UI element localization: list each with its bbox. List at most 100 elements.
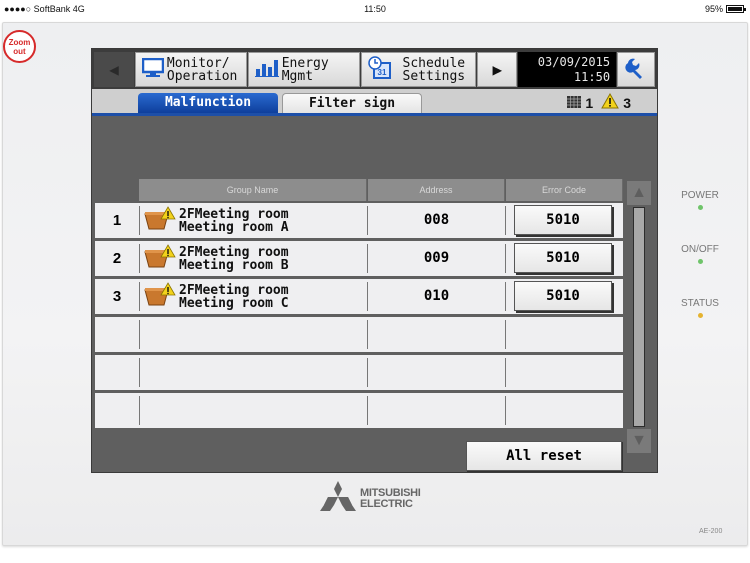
scroll-track[interactable] <box>633 207 645 427</box>
group-name-line1: 2FMeeting room <box>179 282 289 298</box>
table-row[interactable]: 3 2FMeeting room Meeting room C 010 5010 <box>95 279 623 317</box>
group-name-cell: 2FMeeting room Meeting room C <box>139 282 367 311</box>
right-arrow-icon: ▶ <box>492 60 503 79</box>
group-name-cell: 2FMeeting room Meeting room A <box>139 206 367 235</box>
error-code-button[interactable]: 5010 <box>514 205 612 235</box>
alert-count: 3 <box>623 94 631 111</box>
nav-monitor-label-2: Operation <box>166 68 238 84</box>
status-counts: 1 3 <box>567 92 631 112</box>
ios-status-bar: ●●●●○ SoftBank 4G 11:50 95% <box>0 0 750 20</box>
header-error-code: Error Code <box>506 179 623 201</box>
nav-schedule-label-2: Settings <box>402 68 466 84</box>
tab-filter-sign[interactable]: Filter sign <box>282 93 422 113</box>
group-name-cell: 2FMeeting room Meeting room B <box>139 244 367 273</box>
zoom-out-label-1: Zoom <box>8 38 31 47</box>
header-group-name: Group Name <box>139 179 367 201</box>
scroll-down-button[interactable]: ▼ <box>627 429 651 453</box>
empty-cell <box>505 358 623 387</box>
all-reset-button[interactable]: All reset <box>466 441 622 471</box>
down-arrow-icon: ▼ <box>631 432 647 449</box>
status-led-icon <box>697 313 703 318</box>
date-time-display: 03/09/2015 11:50 <box>518 52 617 87</box>
table-body: 1 2FMeeting room Meeting room A 008 5010 … <box>95 203 623 431</box>
row-number: 3 <box>112 288 122 305</box>
maintenance-button[interactable] <box>617 52 655 87</box>
calendar-clock-icon: 31 <box>367 56 392 83</box>
group-name-line2: Meeting room C <box>179 295 289 311</box>
led-power: POWER <box>670 190 730 244</box>
led-onoff: ON/OFF <box>670 244 730 298</box>
bar-chart-icon <box>254 59 279 80</box>
row-number: 2 <box>112 250 122 267</box>
empty-cell <box>367 320 505 349</box>
wrench-icon <box>625 57 647 82</box>
error-code-cell: 5010 <box>505 281 623 311</box>
error-code-button[interactable]: 5010 <box>514 243 612 273</box>
scroll-up-button[interactable]: ▲ <box>627 181 651 205</box>
table-row[interactable]: 1 2FMeeting room Meeting room A 008 5010 <box>95 203 623 241</box>
indoor-unit-warning-icon <box>144 244 176 273</box>
time-label: 11:50 <box>573 70 611 84</box>
tab-bar: Malfunction Filter sign 1 3 <box>92 89 657 116</box>
row-number: 1 <box>112 212 122 229</box>
filter-grid-icon <box>567 95 582 111</box>
svg-text:31: 31 <box>377 68 386 77</box>
onoff-led-icon <box>697 259 703 264</box>
battery-indicator: 95% <box>704 4 746 14</box>
screen-footer: All reset <box>92 441 657 472</box>
header-address: Address <box>368 179 505 201</box>
empty-cell <box>139 358 367 387</box>
top-navigation: ◀ Monitor/Operation Energy Mgmt 31 Schedu… <box>92 49 657 89</box>
battery-icon <box>726 5 746 13</box>
up-arrow-icon: ▲ <box>631 184 647 201</box>
group-name-line2: Meeting room B <box>179 257 289 273</box>
zoom-out-button[interactable]: Zoom out <box>3 30 36 63</box>
error-code-button[interactable]: 5010 <box>514 281 612 311</box>
table-scrollbar[interactable]: ▲ ▼ <box>625 179 655 455</box>
mitsubishi-diamonds-icon <box>320 480 356 517</box>
filter-count: 1 <box>585 94 594 111</box>
error-code-cell: 5010 <box>505 243 623 273</box>
nav-monitor-label-1: Monitor/ <box>166 55 230 71</box>
status-time: 11:50 <box>364 4 386 14</box>
nav-schedule-settings[interactable]: 31 Schedule Settings <box>360 52 477 87</box>
status-leds: POWER ON/OFF STATUS <box>670 190 730 352</box>
left-arrow-icon: ◀ <box>109 60 119 79</box>
brand-line2: ELECTRIC <box>360 497 413 510</box>
led-label: POWER <box>681 190 719 201</box>
nav-next-button[interactable]: ▶ <box>477 52 518 87</box>
table-header: Group Name Address Error Code <box>95 179 625 201</box>
monitor-icon <box>141 57 165 81</box>
error-code-cell: 5010 <box>505 205 623 235</box>
empty-cell <box>367 396 505 425</box>
tab-malfunction[interactable]: Malfunction <box>138 93 278 113</box>
nav-prev-button[interactable]: ◀ <box>94 52 134 87</box>
group-name-line2: Meeting room A <box>179 219 289 235</box>
empty-table-row <box>95 355 623 393</box>
nav-schedule-label-1: Schedule <box>402 55 466 71</box>
model-label: AE-200 <box>699 528 723 535</box>
address-cell: 009 <box>367 244 505 273</box>
table-row[interactable]: 2 2FMeeting room Meeting room B 009 5010 <box>95 241 623 279</box>
address-cell: 008 <box>367 206 505 235</box>
brand-logo: MITSUBISHI ELECTRIC <box>320 480 421 517</box>
battery-percent: 95% <box>704 4 723 14</box>
brand-line1: MITSUBISHI <box>360 486 421 499</box>
empty-table-row <box>95 317 623 355</box>
led-status: STATUS <box>670 298 730 352</box>
group-name-line1: 2FMeeting room <box>179 244 289 260</box>
indoor-unit-warning-icon <box>144 282 176 311</box>
empty-cell <box>505 320 623 349</box>
date-label: 03/09/2015 <box>537 55 611 69</box>
empty-cell <box>139 320 367 349</box>
nav-energy-label-2: Mgmt <box>281 68 314 84</box>
address-cell: 010 <box>367 282 505 311</box>
led-label: STATUS <box>681 298 719 309</box>
warning-icon <box>601 92 620 112</box>
power-led-icon <box>697 205 703 210</box>
nav-monitor-operation[interactable]: Monitor/Operation <box>134 52 247 87</box>
led-label: ON/OFF <box>681 244 719 255</box>
nav-energy-mgmt[interactable]: Energy Mgmt <box>247 52 360 87</box>
zoom-out-label-2: out <box>13 47 26 56</box>
controller-screen: ◀ Monitor/Operation Energy Mgmt 31 Schedu… <box>91 48 658 473</box>
